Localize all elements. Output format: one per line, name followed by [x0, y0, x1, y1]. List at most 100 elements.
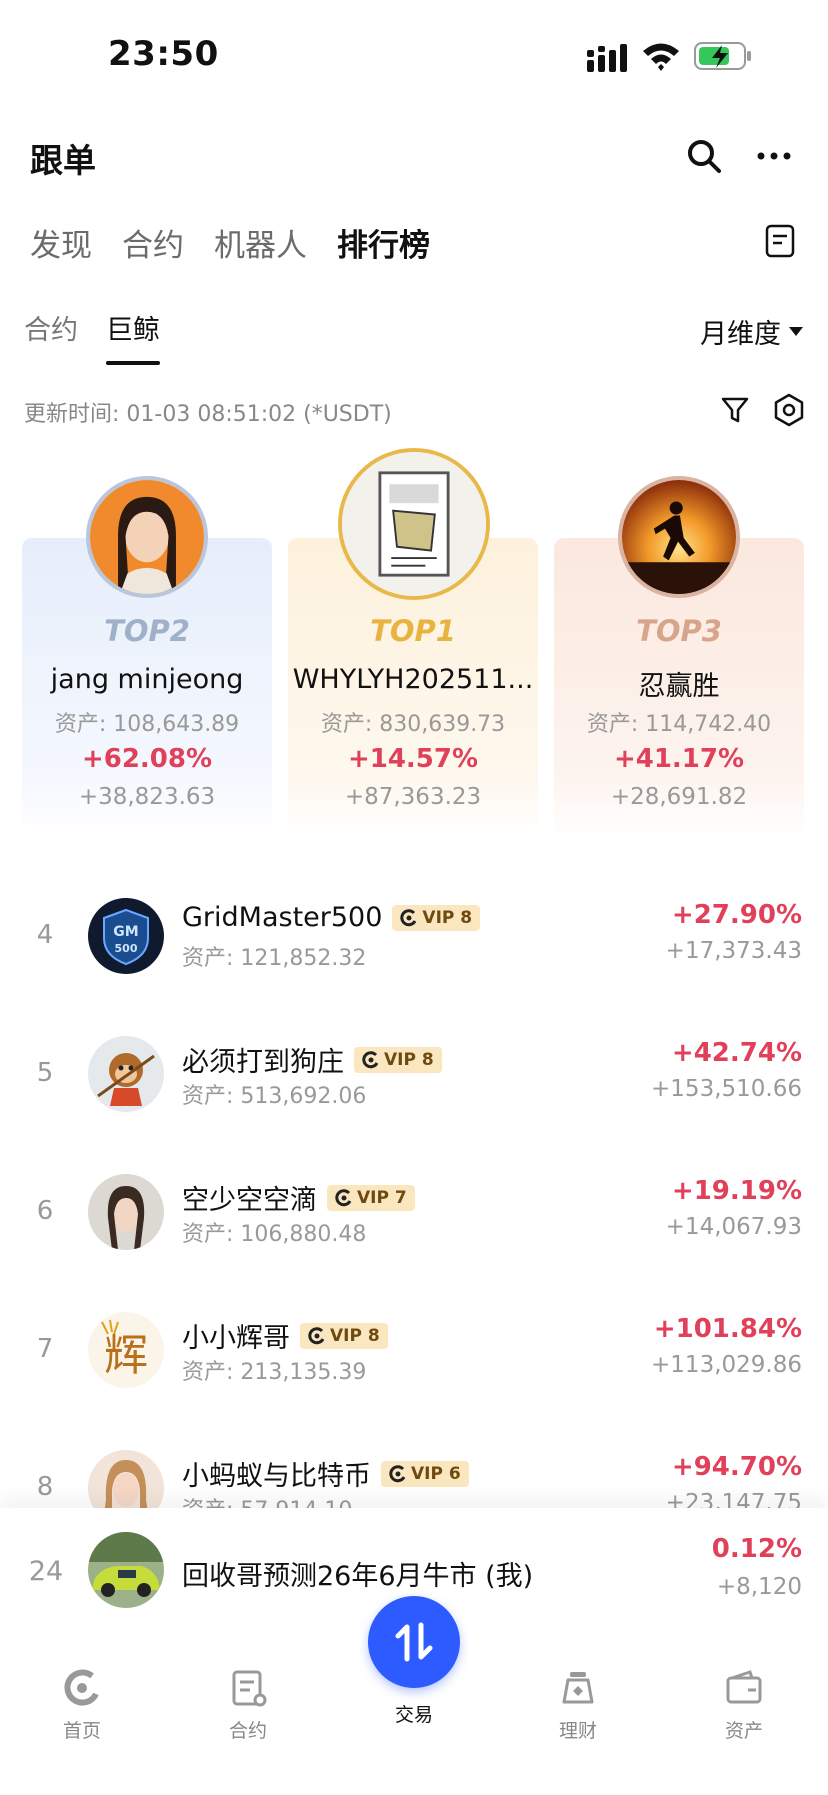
wifi-icon [643, 43, 679, 71]
nav-finance-label: 理财 [558, 1720, 597, 1742]
vip-level: VIP 7 [357, 1187, 407, 1208]
vip-level: VIP 8 [384, 1049, 434, 1070]
cellular-signal-icon [587, 44, 627, 72]
filter-icon[interactable] [720, 395, 750, 425]
rank-label-top2: TOP2 [104, 614, 190, 648]
my-rank-number: 24 [28, 1556, 64, 1587]
pnl: +17,373.43 [665, 938, 802, 964]
roi: +94.70% [671, 1452, 802, 1482]
trader-name: 小蚂蚁与比特币 [182, 1461, 371, 1492]
nav-assets[interactable]: 资产 [684, 1650, 804, 1743]
rank-label-top3: TOP3 [636, 614, 722, 648]
nav-finance[interactable]: 理财 [518, 1650, 638, 1743]
trader-name-top1: WHYLYH202511... [292, 664, 534, 695]
home-icon [64, 1669, 99, 1706]
vip-badge: VIP 8 [354, 1046, 442, 1073]
ranking-row[interactable]: 6 空少空空滴 VIP 7 资产: 106,880.48 +19.19% +14… [0, 1144, 828, 1282]
vip-logo-icon [400, 908, 417, 926]
roi-top1: +14.57% [347, 744, 479, 774]
period-dropdown[interactable]: 月维度 [700, 312, 803, 351]
avatar: GM 500 [88, 898, 164, 974]
finance-bag-icon [562, 1672, 594, 1704]
pnl-top1: +87,363.23 [344, 784, 482, 810]
page-title: 跟单 [30, 141, 96, 180]
settings-icon[interactable] [772, 393, 806, 427]
pnl: +14,067.93 [665, 1214, 802, 1240]
ranking-row[interactable]: 7 辉 小小辉哥 VIP 8 资产: 213,135.39 +101.84% +… [0, 1282, 828, 1420]
vip-logo-icon [308, 1326, 325, 1344]
pnl: +113,029.86 [651, 1352, 802, 1378]
avatar: 辉 [88, 1312, 164, 1388]
subtab-contract[interactable]: 合约 [24, 308, 78, 365]
contract-icon [232, 1670, 267, 1707]
main-tabs: 发现 合约 机器人 排行榜 [30, 220, 430, 265]
asset: 资产: 213,135.39 [182, 1360, 367, 1385]
tab-contract[interactable]: 合约 [122, 220, 184, 265]
vip-badge: VIP 8 [300, 1322, 388, 1349]
ranking-row[interactable]: 5 必须打到狗庄 VIP 8 资产: 513,692.06 +42.74% +1… [0, 1006, 828, 1144]
search-icon[interactable] [686, 138, 722, 174]
avatar-top2[interactable] [86, 476, 208, 598]
trader-name-top3: 忍赢胜 [638, 671, 720, 702]
asset-top1: 资产: 830,639.73 [320, 712, 506, 737]
my-trader-name: 回收哥预测26年6月牛市 (我) [182, 1561, 534, 1592]
sub-tabs: 合约 巨鲸 [24, 308, 160, 365]
asset: 资产: 121,852.32 [182, 946, 367, 971]
vip-logo-icon [362, 1050, 379, 1068]
rank-label-top1: TOP1 [370, 614, 456, 648]
avatar-text: 辉 [104, 1330, 148, 1381]
nav-home[interactable]: 首页 [22, 1650, 142, 1743]
nav-trade-label[interactable]: 交易 [354, 1700, 474, 1727]
vip-logo-icon [335, 1188, 352, 1206]
ranking-row[interactable]: 4 GM 500 GridMaster500 VIP 8 资产: 121,852… [0, 868, 828, 1006]
vip-badge: VIP 6 [381, 1460, 469, 1487]
roi-top2: +62.08% [81, 744, 213, 774]
roi: +19.19% [671, 1176, 802, 1206]
roi: +42.74% [671, 1038, 802, 1068]
wallet-icon [726, 1670, 762, 1704]
tab-discover[interactable]: 发现 [30, 220, 92, 265]
asset-top3: 资产: 114,742.40 [586, 712, 772, 737]
document-icon[interactable] [765, 224, 795, 258]
trader-name: 必须打到狗庄 [182, 1047, 344, 1078]
vip-logo-icon [389, 1464, 406, 1482]
my-avatar [88, 1532, 164, 1608]
asset-top2: 资产: 108,643.89 [54, 712, 240, 737]
asset: 资产: 513,692.06 [182, 1084, 367, 1109]
rank-number: 8 [36, 1472, 54, 1502]
trade-button[interactable] [368, 1596, 460, 1688]
swap-arrows-icon [395, 1622, 433, 1662]
vip-level: VIP 6 [411, 1463, 461, 1484]
vip-level: VIP 8 [330, 1325, 380, 1346]
my-roi: 0.12% [711, 1534, 802, 1564]
avatar [88, 1036, 164, 1112]
roi: +27.90% [671, 900, 802, 930]
nav-contract-label: 合约 [228, 1720, 267, 1742]
trader-name-top2: jang minjeong [50, 664, 244, 695]
rank-number: 5 [36, 1058, 54, 1088]
battery-charging-icon [694, 42, 751, 70]
avatar-top3[interactable] [618, 476, 740, 598]
svg-text:500: 500 [115, 942, 138, 955]
pnl: +153,510.66 [651, 1076, 802, 1102]
my-pnl: +8,120 [716, 1574, 802, 1600]
status-bar: 23:50 [0, 0, 828, 110]
rank-number: 4 [36, 920, 54, 950]
vip-badge: VIP 8 [392, 904, 481, 931]
pnl-top2: +38,823.63 [78, 784, 216, 810]
tab-robot[interactable]: 机器人 [214, 220, 307, 265]
nav-home-label: 首页 [62, 1720, 101, 1742]
update-time: 更新时间: 01-03 08:51:02 (*USDT) [24, 402, 392, 427]
roi-top3: +41.17% [613, 744, 745, 774]
vip-badge: VIP 7 [327, 1184, 415, 1211]
vip-level: VIP 8 [422, 907, 473, 928]
tab-leaderboard[interactable]: 排行榜 [337, 220, 430, 265]
avatar-top1[interactable] [338, 448, 490, 600]
asset: 资产: 106,880.48 [182, 1222, 367, 1247]
pnl-top3: +28,691.82 [610, 784, 748, 810]
more-icon[interactable] [756, 150, 792, 162]
status-time: 23:50 [108, 34, 219, 74]
nav-contract[interactable]: 合约 [188, 1650, 308, 1743]
caret-down-icon [789, 327, 803, 336]
subtab-whale[interactable]: 巨鲸 [106, 308, 160, 365]
